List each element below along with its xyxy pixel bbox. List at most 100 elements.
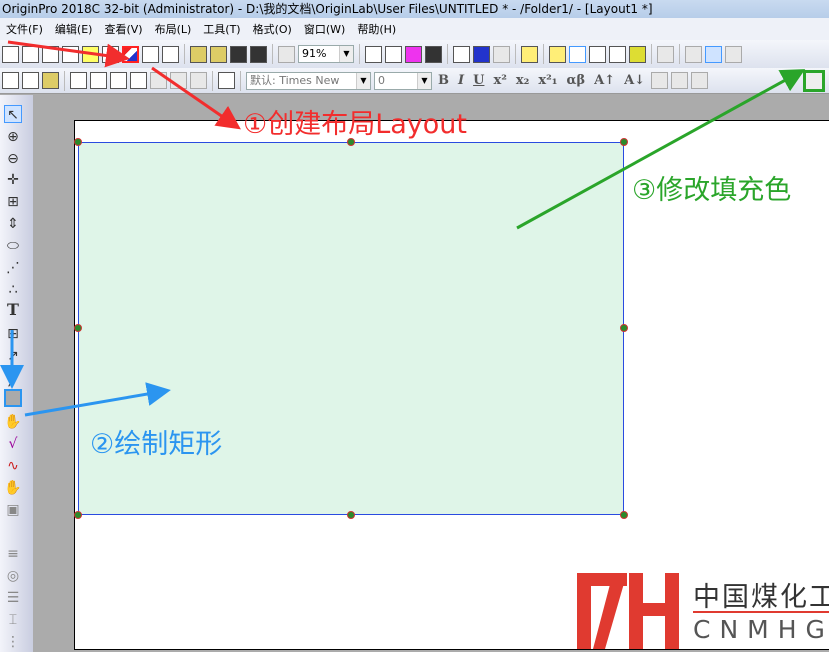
italic-button[interactable]: I — [455, 73, 467, 88]
watermark-cn: 中国煤化工 — [693, 582, 829, 613]
font-color-icon[interactable] — [691, 72, 709, 89]
list-icon[interactable]: ⋮ — [4, 633, 22, 651]
zoom-in-icon[interactable]: ⊕ — [4, 128, 22, 146]
message-log-icon[interactable] — [589, 45, 606, 63]
slideshow-icon[interactable] — [385, 45, 402, 63]
decrease-font-button[interactable]: A↓ — [621, 73, 648, 88]
z-axis-icon[interactable] — [725, 45, 742, 63]
zoom-out-icon[interactable]: ⊖ — [4, 150, 22, 168]
cut-icon[interactable] — [2, 72, 19, 89]
3d-rotate-icon[interactable]: ▣ — [4, 501, 22, 519]
screen-reader-icon[interactable]: ✛ — [4, 171, 22, 189]
mask-icon[interactable]: ⋰ — [4, 259, 22, 277]
import-ascii-icon[interactable] — [90, 72, 107, 89]
re-import-multi-icon[interactable] — [170, 72, 187, 89]
line-style-icon[interactable] — [671, 72, 689, 89]
results-log-icon[interactable] — [473, 45, 490, 63]
code-builder-icon[interactable] — [453, 45, 470, 63]
menu-window[interactable]: 窗口(W) — [298, 21, 351, 37]
new-matrix-icon[interactable] — [82, 45, 99, 63]
settings-icon[interactable] — [629, 45, 646, 63]
datetime-icon[interactable]: ⌶ — [4, 611, 22, 629]
new-workbook-icon[interactable] — [42, 45, 59, 63]
run-icon[interactable] — [278, 45, 295, 63]
save-template-icon[interactable] — [250, 45, 267, 63]
new-notes-icon[interactable] — [142, 45, 159, 63]
menu-tools[interactable]: 工具(T) — [197, 21, 246, 37]
zoom-graph-icon[interactable] — [569, 45, 586, 63]
y-axis-icon[interactable] — [705, 45, 722, 63]
menu-edit[interactable]: 编辑(E) — [49, 21, 99, 37]
close-x-icon[interactable] — [685, 45, 702, 63]
increase-font-button[interactable]: A↑ — [591, 73, 618, 88]
export-icon[interactable] — [405, 45, 422, 63]
resize-handle[interactable] — [620, 324, 628, 332]
film-icon[interactable] — [425, 45, 442, 63]
paste-icon[interactable] — [42, 72, 59, 89]
command-window-icon[interactable] — [493, 45, 510, 63]
import-excel-icon[interactable] — [130, 72, 147, 89]
tools-toolbar: ↖ ⊕ ⊖ ✛ ⊞ ⇕ ⬭ ⋰ ∴ T ⊞ ↗ ╱ ✋ √ ∿ ✋ ▣ ≡ ◎ … — [0, 95, 33, 652]
resize-handle[interactable] — [74, 511, 82, 519]
menu-help[interactable]: 帮助(H) — [351, 21, 402, 37]
draw-data-icon[interactable]: ∴ — [4, 281, 22, 299]
text-tool-icon[interactable]: T — [4, 301, 22, 319]
hand-icon[interactable]: ✋ — [4, 413, 22, 431]
menu-layout[interactable]: 布局(L) — [149, 21, 198, 37]
project-explorer-icon[interactable] — [521, 45, 538, 63]
new-3d-icon[interactable] — [162, 45, 179, 63]
line-tool-icon[interactable]: ╱ — [4, 370, 22, 388]
supersubscript-button[interactable]: x²₁ — [535, 73, 560, 88]
open-template-icon[interactable] — [210, 45, 227, 63]
copy-icon[interactable] — [22, 72, 39, 89]
align-icon[interactable] — [651, 72, 669, 89]
import-wizard-icon[interactable] — [70, 72, 87, 89]
data-selector-icon[interactable]: ⇕ — [4, 215, 22, 233]
menu-file[interactable]: 文件(F) — [0, 21, 49, 37]
greek-button[interactable]: αβ — [563, 73, 588, 88]
menu-view[interactable]: 查看(V) — [98, 21, 148, 37]
bold-button[interactable]: B — [435, 73, 452, 88]
resize-handle[interactable] — [620, 511, 628, 519]
zoom-select[interactable]: 91% ▼ — [298, 45, 354, 63]
rectangle-tool-icon[interactable] — [4, 389, 22, 407]
subscript-button[interactable]: x₂ — [513, 73, 532, 88]
resize-handle[interactable] — [347, 511, 355, 519]
equation-icon[interactable]: √ — [4, 435, 22, 453]
duplicate-icon[interactable] — [218, 72, 235, 89]
region-icon[interactable]: ⬭ — [4, 237, 22, 255]
add-text-icon[interactable]: ⊞ — [4, 325, 22, 343]
import-multiple-icon[interactable] — [110, 72, 127, 89]
resize-handle[interactable] — [74, 324, 82, 332]
font-select[interactable]: 默认: Times New ▼ — [246, 71, 371, 90]
circle-icon[interactable]: ◎ — [4, 567, 22, 585]
open-icon[interactable] — [190, 45, 207, 63]
add-layer-icon[interactable] — [657, 45, 674, 63]
resize-handle[interactable] — [74, 138, 82, 146]
new-graph-icon[interactable] — [62, 45, 79, 63]
font-size-select[interactable]: 0 ▼ — [374, 71, 432, 90]
script-window-icon[interactable] — [609, 45, 626, 63]
resize-handle[interactable] — [620, 138, 628, 146]
fill-color-icon[interactable] — [803, 70, 825, 92]
column-icon[interactable] — [190, 72, 207, 89]
rescale-icon[interactable]: ✋ — [4, 479, 22, 497]
print-icon[interactable] — [365, 45, 382, 63]
menu-format[interactable]: 格式(O) — [247, 21, 298, 37]
new-layout-icon[interactable] — [122, 45, 139, 63]
legend-icon[interactable]: ☰ — [4, 589, 22, 607]
underline-button[interactable]: U — [470, 73, 487, 88]
new-project-icon[interactable] — [2, 45, 19, 63]
pointer-icon[interactable]: ↖ — [4, 105, 22, 123]
superscript-button[interactable]: x² — [490, 73, 509, 88]
step3-label: ③修改填充色 — [632, 175, 792, 206]
zoom-page-icon[interactable] — [549, 45, 566, 63]
insert-graph-icon[interactable]: ∿ — [4, 457, 22, 475]
save-icon[interactable] — [230, 45, 247, 63]
arrow-tool-icon[interactable]: ↗ — [4, 347, 22, 365]
re-import-icon[interactable] — [150, 72, 167, 89]
data-reader-icon[interactable]: ⊞ — [4, 193, 22, 211]
layer-icon[interactable]: ≡ — [4, 545, 22, 563]
new-folder-icon[interactable] — [22, 45, 39, 63]
new-function-icon[interactable] — [102, 45, 119, 63]
